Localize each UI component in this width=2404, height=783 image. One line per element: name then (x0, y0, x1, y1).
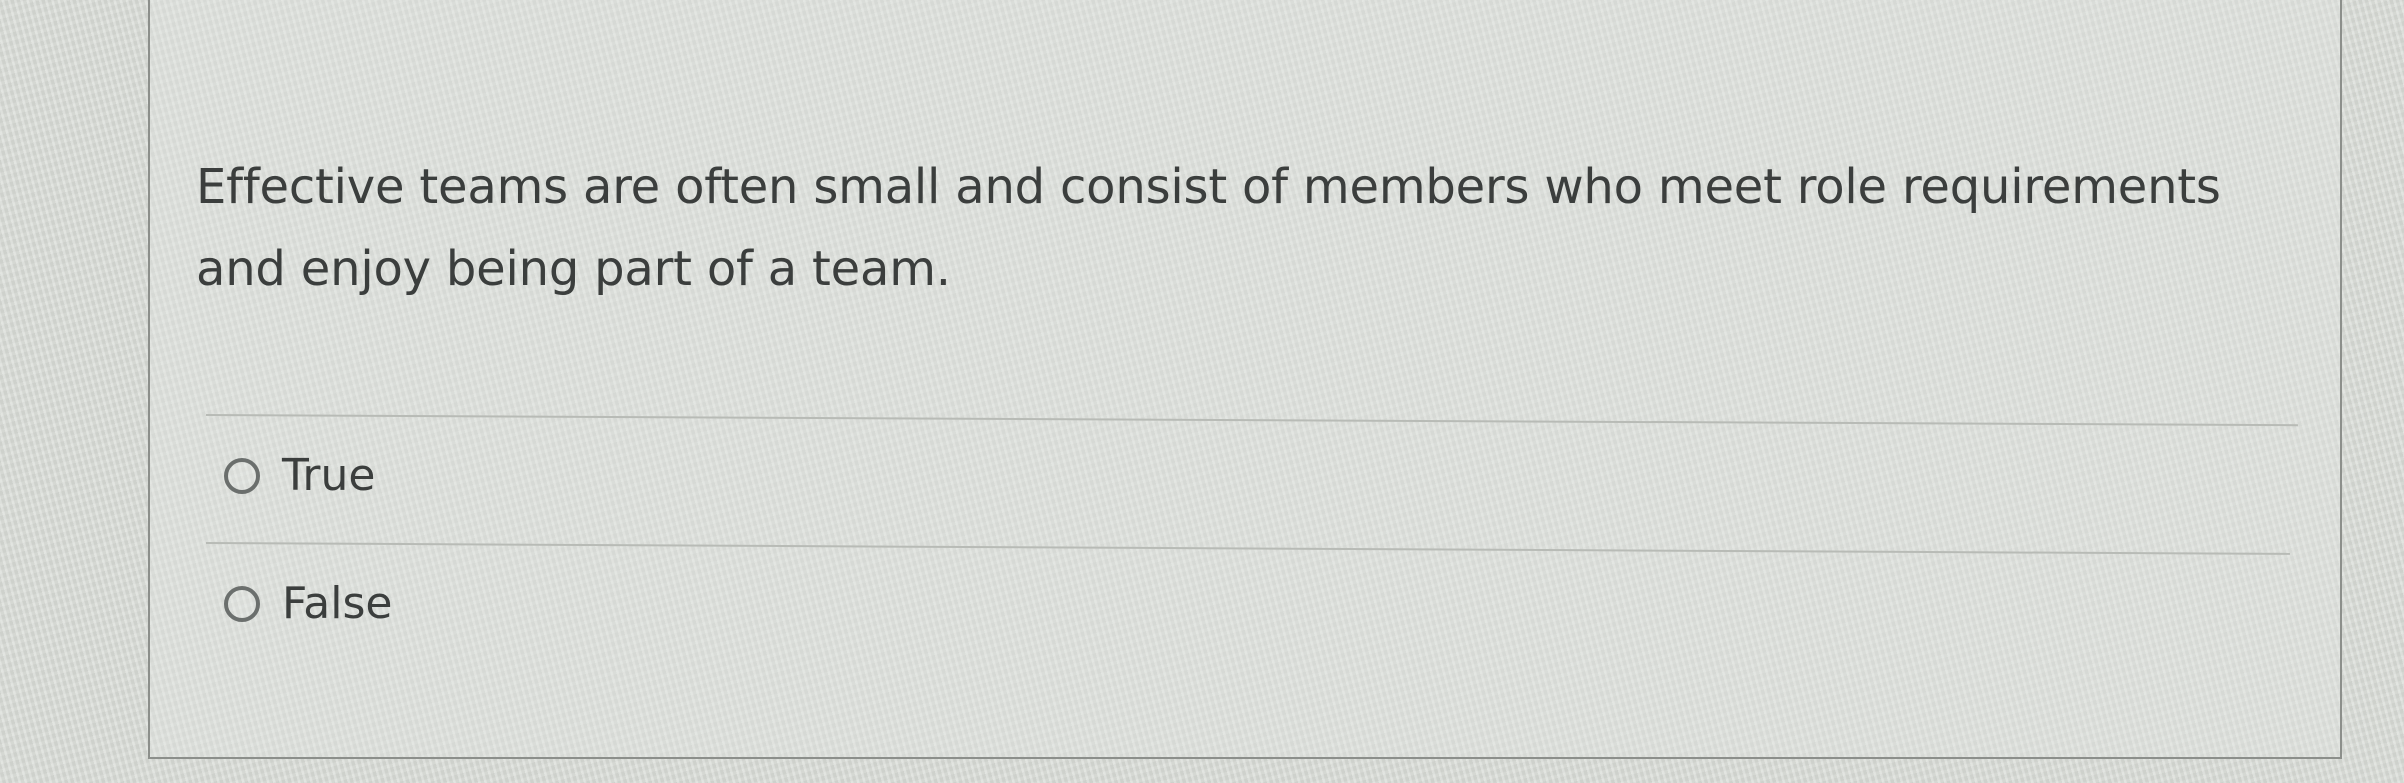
option-label-false: False (282, 578, 393, 629)
radio-unselected-icon[interactable] (224, 458, 260, 494)
question-text: Effective teams are often small and cons… (196, 159, 2221, 297)
option-false[interactable]: False (224, 576, 392, 632)
question-card: Effective teams are often small and cons… (148, 0, 2342, 759)
option-label-true: True (282, 450, 376, 501)
divider (205, 542, 2290, 555)
radio-unselected-icon[interactable] (224, 586, 260, 622)
option-true[interactable]: True (224, 448, 375, 504)
divider (205, 414, 2298, 427)
